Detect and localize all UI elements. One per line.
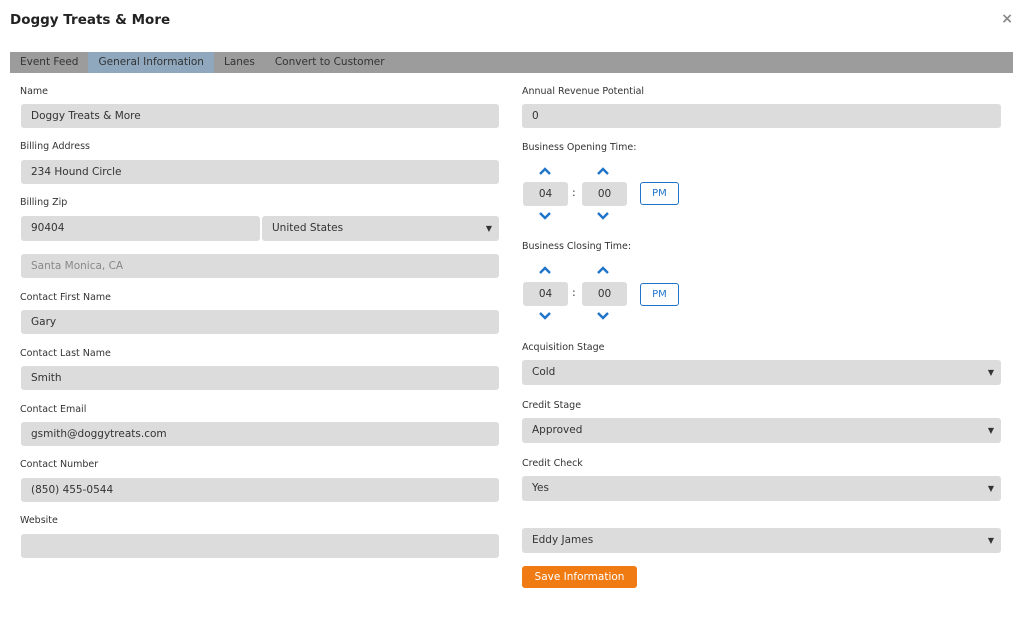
closing-hour-down-icon[interactable]	[539, 312, 551, 320]
tab-general-information[interactable]: General Information	[88, 52, 214, 73]
time-separator: :	[572, 286, 576, 299]
caret-down-icon: ▼	[987, 484, 994, 493]
credit-stage-value: Approved	[532, 424, 583, 436]
email-field[interactable]: gsmith@doggytreats.com	[21, 422, 499, 446]
first-name-field[interactable]: Gary	[21, 310, 499, 334]
billing-address-label: Billing Address	[20, 141, 90, 152]
credit-stage-select[interactable]: Approved ▼	[522, 418, 1001, 443]
opening-time-label: Business Opening Time:	[522, 142, 637, 153]
credit-stage-label: Credit Stage	[522, 400, 582, 411]
name-label: Name	[20, 86, 49, 97]
number-field[interactable]: (850) 455-0544	[21, 478, 499, 502]
owner-value: Eddy James	[532, 534, 594, 546]
revenue-label: Annual Revenue Potential	[522, 86, 645, 97]
closing-time-label: Business Closing Time:	[522, 241, 632, 252]
last-name-field[interactable]: Smith	[21, 366, 499, 390]
country-select[interactable]: United States ▼	[262, 216, 499, 241]
city-state-field[interactable]: Santa Monica, CA	[21, 254, 499, 278]
country-value: United States	[272, 222, 344, 234]
close-icon[interactable]: ×	[1001, 11, 1013, 27]
owner-select[interactable]: Eddy James ▼	[522, 528, 1001, 553]
opening-minute-field[interactable]: 00	[582, 182, 627, 206]
credit-check-value: Yes	[532, 482, 549, 494]
credit-check-select[interactable]: Yes ▼	[522, 476, 1001, 501]
billing-zip-field[interactable]: 90404	[21, 216, 260, 241]
billing-address-field[interactable]: 234 Hound Circle	[21, 160, 499, 184]
opening-hour-up-icon[interactable]	[539, 167, 551, 175]
save-information-button[interactable]: Save Information	[522, 566, 637, 588]
credit-check-label: Credit Check	[522, 458, 583, 469]
tab-lanes[interactable]: Lanes	[214, 52, 265, 73]
opening-hour-field[interactable]: 04	[523, 182, 568, 206]
time-separator: :	[572, 186, 576, 199]
acquisition-stage-select[interactable]: Cold ▼	[522, 360, 1001, 385]
first-name-label: Contact First Name	[20, 292, 112, 303]
website-label: Website	[20, 515, 58, 526]
website-field[interactable]	[21, 534, 499, 558]
closing-minute-field[interactable]: 00	[582, 282, 627, 306]
acquisition-stage-label: Acquisition Stage	[522, 342, 605, 353]
opening-hour-down-icon[interactable]	[539, 212, 551, 220]
caret-down-icon: ▼	[987, 536, 994, 545]
caret-down-icon: ▼	[485, 224, 492, 233]
closing-minute-down-icon[interactable]	[597, 312, 609, 320]
revenue-field[interactable]: 0	[522, 104, 1001, 128]
closing-ampm-button[interactable]: PM	[640, 283, 679, 306]
opening-ampm-button[interactable]: PM	[640, 182, 679, 205]
name-field[interactable]: Doggy Treats & More	[21, 104, 499, 128]
caret-down-icon: ▼	[987, 426, 994, 435]
billing-zip-label: Billing Zip	[20, 197, 68, 208]
opening-minute-down-icon[interactable]	[597, 212, 609, 220]
caret-down-icon: ▼	[987, 368, 994, 377]
closing-minute-up-icon[interactable]	[597, 266, 609, 274]
number-label: Contact Number	[20, 459, 99, 470]
acquisition-stage-value: Cold	[532, 366, 556, 378]
email-label: Contact Email	[20, 404, 87, 415]
tab-convert-to-customer[interactable]: Convert to Customer	[265, 52, 395, 73]
opening-minute-up-icon[interactable]	[597, 167, 609, 175]
last-name-label: Contact Last Name	[20, 348, 111, 359]
closing-hour-up-icon[interactable]	[539, 266, 551, 274]
modal-title: Doggy Treats & More	[10, 12, 171, 28]
tab-event-feed[interactable]: Event Feed	[10, 52, 88, 73]
tab-bar: Event Feed General Information Lanes Con…	[10, 52, 1013, 73]
closing-hour-field[interactable]: 04	[523, 282, 568, 306]
